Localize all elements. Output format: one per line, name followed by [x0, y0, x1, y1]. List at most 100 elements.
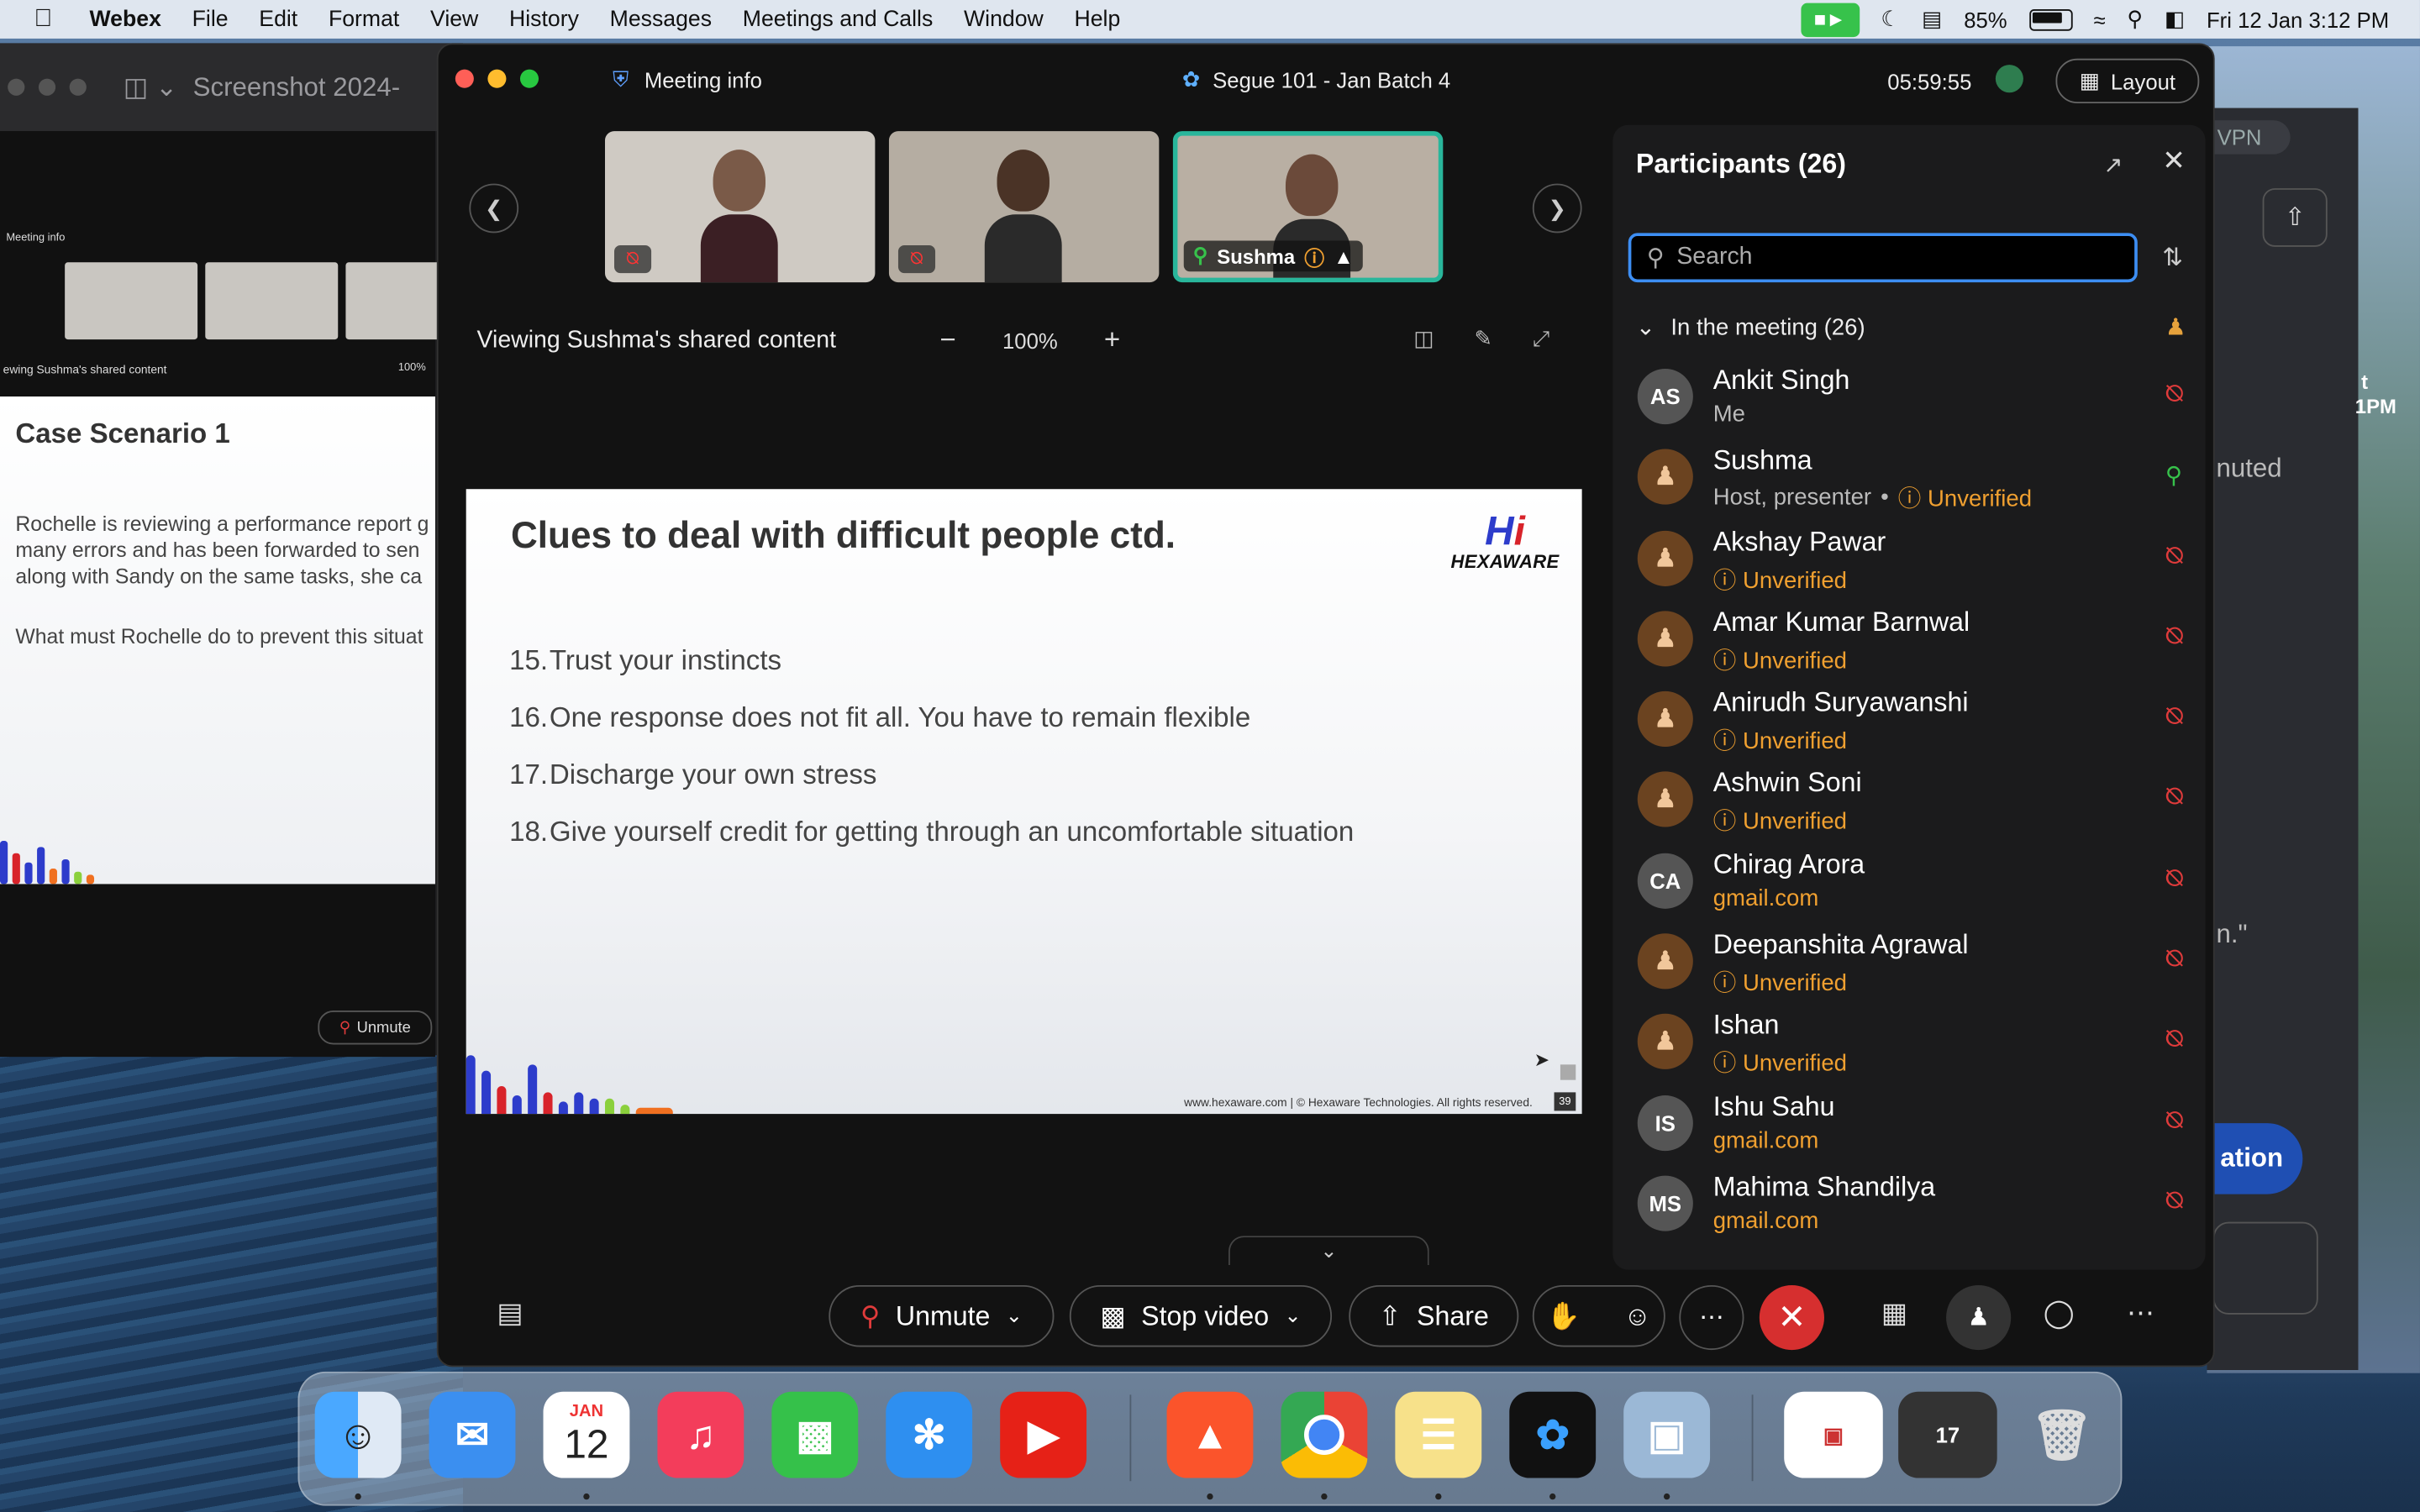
end-call-button[interactable]: ✕	[1759, 1284, 1824, 1351]
webex-icon[interactable]: ✿	[1509, 1391, 1597, 1478]
in-meeting-section-toggle[interactable]: ⌄ In the meeting (26)	[1636, 313, 1865, 341]
minimize-window-button[interactable]	[487, 69, 507, 88]
reactions-icon[interactable]: ☺	[1623, 1299, 1651, 1332]
participant-row[interactable]: ♟ Anirudh Suryawanshi ⓘ Unverified ⦰	[1612, 679, 2205, 759]
thumbnails-next-button[interactable]: ❯	[1532, 183, 1582, 234]
mic-off-icon[interactable]: ⦰	[2165, 785, 2184, 811]
menu-messages[interactable]: Messages	[610, 7, 712, 31]
mic-off-icon[interactable]: ⦰	[2165, 623, 2184, 649]
network-health-icon[interactable]	[1995, 65, 2023, 93]
unverified-users-icon[interactable]: ♟	[2165, 313, 2186, 341]
apps-icon[interactable]: ▦	[1881, 1298, 1907, 1331]
trash-icon[interactable]: 🗑	[2018, 1392, 2105, 1478]
focus-moon-icon[interactable]: ☾	[1881, 6, 1900, 32]
calendar-icon[interactable]: JAN 12	[543, 1391, 630, 1478]
close-icon[interactable]: ✕	[2162, 145, 2186, 178]
background-screenshot-window[interactable]: ◫ ⌄ Screenshot 2024- Meeting info ewing …	[0, 43, 479, 1058]
stage-manager-icon[interactable]: ▤	[1922, 6, 1942, 32]
right-app-cta-button[interactable]: ation	[2201, 1123, 2303, 1194]
participant-video-thumbnail[interactable]: ⦰	[888, 131, 1160, 283]
more-options-button[interactable]: ⋯	[1679, 1284, 1744, 1351]
participant-search-input[interactable]: ⚲ Search	[1628, 233, 2138, 283]
participant-row[interactable]: ♟ Ashwin Soni ⓘ Unverified ⦰	[1612, 760, 2205, 841]
participants-button[interactable]: ♟	[1946, 1284, 2012, 1351]
menu-help[interactable]: Help	[1074, 7, 1120, 31]
unverified-badge: ⓘ Unverified	[1897, 486, 2033, 513]
menu-history[interactable]: History	[509, 7, 579, 31]
mic-off-icon[interactable]: ⦰	[2165, 381, 2184, 407]
active-speaker-thumbnail[interactable]: ⚲ Sushma ⓘ ▲	[1172, 131, 1444, 283]
spotlight-search-icon[interactable]: ⚲	[2127, 6, 2143, 32]
raise-hand-icon[interactable]: ✋	[1547, 1299, 1581, 1332]
collapse-controls-chevron-icon[interactable]: ⌄	[1228, 1236, 1429, 1266]
zoom-out-button[interactable]: −	[940, 324, 956, 357]
close-window-button[interactable]	[455, 69, 474, 88]
remote-control-icon[interactable]: ◫	[1413, 326, 1434, 352]
notes-icon[interactable]: ☰	[1395, 1391, 1482, 1478]
menu-file[interactable]: File	[192, 7, 229, 31]
recent-calendar-thumbnail[interactable]: 17	[1898, 1391, 1997, 1478]
menu-clock[interactable]: Fri 12 Jan 3:12 PM	[2207, 7, 2389, 31]
menu-format[interactable]: Format	[329, 7, 399, 31]
participant-video-thumbnail[interactable]: ⦰	[604, 131, 876, 283]
mic-off-icon[interactable]: ⦰	[2165, 946, 2184, 972]
camera-in-use-icon[interactable]: ■►	[1800, 2, 1860, 37]
meeting-info-button[interactable]: ⛨ Meeting info	[613, 66, 762, 92]
menu-window[interactable]: Window	[964, 7, 1044, 31]
apple-menu-icon[interactable]: 	[34, 5, 65, 33]
menu-edit[interactable]: Edit	[259, 7, 297, 31]
menu-meetings-calls[interactable]: Meetings and Calls	[743, 7, 934, 31]
participant-row[interactable]: CA Chirag Arora gmail.com ⦰	[1612, 841, 2205, 921]
pop-out-icon[interactable]: ↗	[2103, 151, 2123, 179]
battery-icon[interactable]	[2028, 8, 2072, 30]
fullscreen-icon[interactable]: ⤢	[1533, 326, 1550, 352]
wifi-icon[interactable]: ≈	[2094, 7, 2106, 31]
unmute-button[interactable]: ⚲ Unmute ⌄	[829, 1284, 1055, 1347]
safari-icon[interactable]: ✻	[886, 1391, 973, 1478]
participant-row[interactable]: IS Ishu Sahu gmail.com ⦰	[1612, 1083, 2205, 1163]
menu-view[interactable]: View	[430, 7, 478, 31]
annotate-icon[interactable]: ✎	[1474, 326, 1492, 352]
thumbnails-prev-button[interactable]: ❮	[469, 183, 519, 234]
layout-button[interactable]: ▦ Layout	[2055, 58, 2200, 104]
mic-off-icon[interactable]: ⦰	[2165, 1107, 2184, 1133]
mic-off-icon[interactable]: ⦰	[2165, 543, 2184, 569]
facetime-icon[interactable]: ▩	[771, 1391, 859, 1478]
zoom-window-button[interactable]	[519, 69, 539, 88]
participant-row[interactable]: ♟ Amar Kumar Barnwal ⓘ Unverified ⦰	[1612, 598, 2205, 679]
preview-icon[interactable]: ▣	[1623, 1391, 1711, 1478]
music-icon[interactable]: ♫	[657, 1391, 744, 1478]
participant-row[interactable]: ♟ Ishan ⓘ Unverified ⦰	[1612, 1002, 2205, 1083]
stop-video-button[interactable]: ▩ Stop video ⌄	[1069, 1284, 1333, 1347]
recent-document-thumbnail[interactable]: ▣	[1784, 1391, 1883, 1478]
chrome-icon[interactable]	[1281, 1391, 1368, 1478]
closed-captions-icon[interactable]: ▤	[497, 1298, 523, 1331]
bg-unmute-button[interactable]: ⚲ Unmute	[318, 1011, 433, 1045]
mic-off-icon[interactable]: ⦰	[2165, 1026, 2184, 1053]
control-center-icon[interactable]: ◧	[2165, 6, 2185, 32]
more-icon[interactable]: ⋯	[2127, 1298, 2154, 1331]
participant-row[interactable]: ♟ Akshay Pawar ⓘ Unverified ⦰	[1612, 517, 2205, 598]
zoom-in-button[interactable]: +	[1104, 324, 1120, 357]
mail-icon[interactable]: ✉	[429, 1391, 516, 1478]
participant-name: Mahima Shandilya	[1712, 1170, 1936, 1202]
brave-browser-icon[interactable]: ▲	[1166, 1391, 1254, 1478]
mic-off-icon[interactable]: ⦰	[2165, 1188, 2184, 1214]
mic-off-icon[interactable]: ⦰	[2165, 865, 2184, 891]
right-app-send-box[interactable]	[2212, 1221, 2318, 1315]
participant-row[interactable]: ♟ Sushma Host, presenter • ⓘ Unverified ⚲	[1612, 437, 2205, 517]
mic-off-icon[interactable]: ⦰	[2165, 704, 2184, 730]
participant-row[interactable]: AS Ankit Singh Me ⦰	[1612, 356, 2205, 437]
participant-row[interactable]: ♟ Deepanshita Agrawal ⓘ Unverified ⦰	[1612, 921, 2205, 1002]
finder-icon[interactable]: ☺	[314, 1391, 402, 1478]
mic-on-icon[interactable]: ⚲	[2165, 462, 2182, 490]
menu-app-name[interactable]: Webex	[90, 7, 161, 31]
sort-icon[interactable]: ⇅	[2162, 242, 2183, 273]
share-button[interactable]: ⇧ Share	[1349, 1284, 1519, 1347]
participant-row[interactable]: MS Mahima Shandilya gmail.com ⦰	[1612, 1163, 2205, 1244]
youtube-icon[interactable]: ▶	[1000, 1391, 1087, 1478]
upload-icon[interactable]: ⇧	[2262, 188, 2328, 247]
background-right-app[interactable]: VPN ⇧ nuted n." ation t 1PM	[2188, 108, 2396, 1370]
chat-icon[interactable]: ◯	[2044, 1298, 2075, 1331]
sidebar-toggle-icon[interactable]: ◫ ⌄	[124, 71, 177, 102]
